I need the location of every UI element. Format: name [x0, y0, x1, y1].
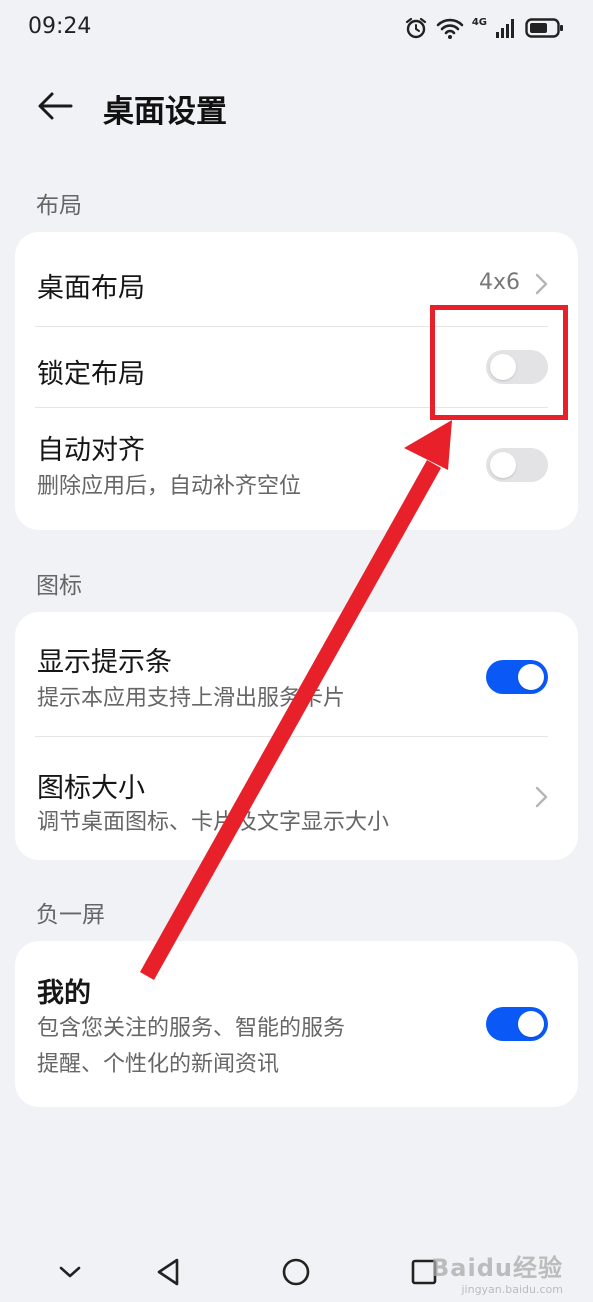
nav-back-button[interactable]	[146, 1250, 190, 1294]
collapse-nav-button[interactable]	[48, 1250, 92, 1294]
watermark-brand: Baidu经验	[431, 1254, 563, 1282]
nav-home-button[interactable]	[274, 1250, 318, 1294]
watermark: Baidu经验 jingyan.baidu.com	[431, 1248, 563, 1296]
chevron-down-icon	[59, 1266, 81, 1278]
back-triangle-icon	[157, 1258, 179, 1286]
annotation-arrow	[140, 420, 452, 980]
home-circle-icon	[282, 1258, 310, 1286]
watermark-url: jingyan.baidu.com	[461, 1283, 563, 1296]
